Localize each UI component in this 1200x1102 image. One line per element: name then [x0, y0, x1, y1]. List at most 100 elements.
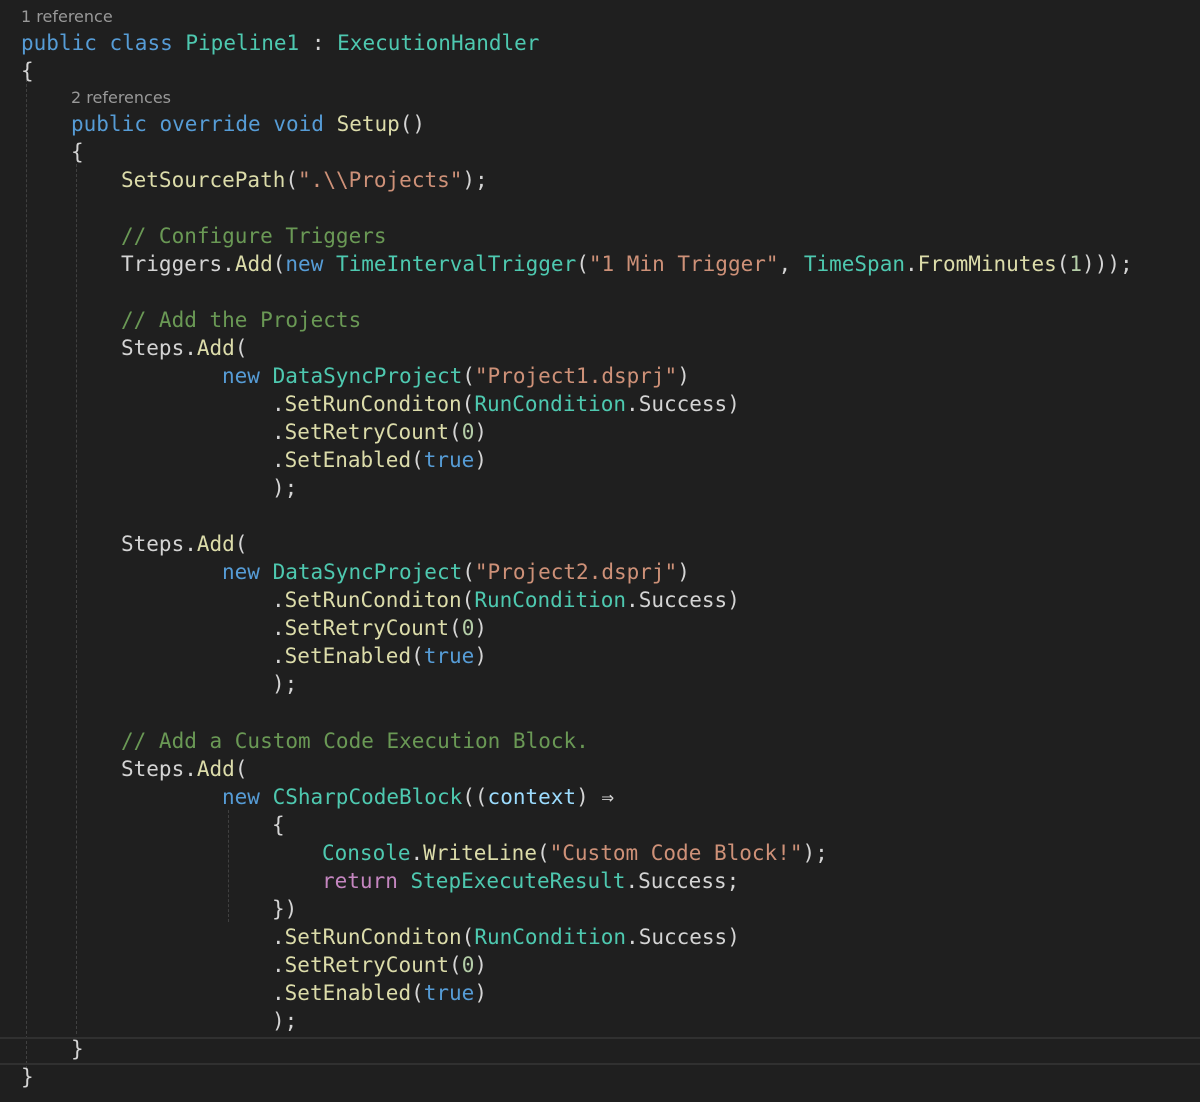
type-run-condition[interactable]: RunCondition	[474, 925, 626, 949]
type-csharp-code-block[interactable]: CSharpCodeBlock	[273, 785, 463, 809]
lparen: (	[411, 644, 424, 668]
type-console[interactable]: Console	[322, 841, 411, 865]
number-0: 0	[461, 953, 475, 977]
type-run-condition[interactable]: RunCondition	[474, 588, 626, 612]
lparen: (	[449, 616, 462, 640]
code-editor[interactable]: 1 reference public class Pipeline1 : Exe…	[0, 0, 1200, 1102]
rparen: )	[576, 785, 589, 809]
property-triggers[interactable]: Triggers	[121, 252, 222, 276]
indent-guide	[26, 64, 27, 1069]
code-line-method-close-brace: }	[71, 1035, 84, 1063]
indent-guide	[228, 810, 229, 922]
rparen: )	[677, 560, 690, 584]
dot: .	[626, 925, 639, 949]
call-writeline[interactable]: WriteLine	[423, 841, 537, 865]
call-set-retry-count[interactable]: SetRetryCount	[285, 420, 449, 444]
end-statement: );	[272, 672, 298, 696]
member-success[interactable]: Success	[639, 925, 728, 949]
end-statement: );	[272, 1009, 298, 1033]
type-data-sync-project[interactable]: DataSyncProject	[273, 560, 463, 584]
open-brace: {	[21, 59, 34, 83]
call-set-retry-count[interactable]: SetRetryCount	[285, 616, 449, 640]
call-set-enabled[interactable]: SetEnabled	[285, 981, 411, 1005]
close-lambda: })	[272, 897, 298, 921]
call-set-run-condition[interactable]: SetRunConditon	[285, 925, 462, 949]
comment-configure-triggers: // Configure Triggers	[121, 224, 387, 248]
call-set-enabled[interactable]: SetEnabled	[285, 644, 411, 668]
dot: .	[272, 420, 285, 444]
property-steps[interactable]: Steps	[121, 757, 184, 781]
call-add[interactable]: Add	[197, 336, 235, 360]
call-add[interactable]: Add	[197, 532, 235, 556]
call-set-source-path[interactable]: SetSourcePath	[121, 168, 285, 192]
code-line-set-enabled-1: .SetEnabled(true)	[272, 446, 487, 474]
code-line-class-close-brace: }	[21, 1063, 34, 1091]
type-time-interval-trigger[interactable]: TimeIntervalTrigger	[336, 252, 576, 276]
keyword-true: true	[423, 448, 475, 472]
call-add[interactable]: Add	[197, 757, 235, 781]
code-line-set-run-condition-2: .SetRunConditon(RunCondition.Success)	[272, 586, 740, 614]
lparen: (	[449, 420, 462, 444]
type-run-condition[interactable]: RunCondition	[474, 392, 626, 416]
open-brace: {	[71, 140, 84, 164]
call-set-enabled[interactable]: SetEnabled	[285, 448, 411, 472]
rparen: )	[727, 588, 740, 612]
dot: .	[184, 532, 197, 556]
dot: .	[272, 392, 285, 416]
number-1: 1	[1069, 252, 1083, 276]
type-step-execute-result[interactable]: StepExecuteResult	[411, 869, 626, 893]
code-line-console-writeline: Console.WriteLine("Custom Code Block!");	[322, 839, 828, 867]
call-set-run-condition[interactable]: SetRunConditon	[285, 588, 462, 612]
code-line-set-source-path: SetSourcePath(".\\Projects");	[121, 166, 488, 194]
colon: :	[311, 31, 325, 55]
call-from-minutes[interactable]: FromMinutes	[918, 252, 1057, 276]
codelens-method-references[interactable]: 2 references	[71, 87, 171, 109]
code-line-new-project2: new DataSyncProject("Project2.dsprj")	[222, 558, 690, 586]
rparen: )	[474, 981, 487, 1005]
type-timespan[interactable]: TimeSpan	[804, 252, 905, 276]
close-brace: }	[21, 1065, 34, 1089]
code-line-set-retry-count-2: .SetRetryCount(0)	[272, 614, 487, 642]
codelens-class-references[interactable]: 1 reference	[21, 6, 113, 28]
dot: .	[272, 588, 285, 612]
indent-guide	[76, 164, 77, 1034]
keyword-true: true	[423, 981, 475, 1005]
call-set-retry-count[interactable]: SetRetryCount	[285, 953, 449, 977]
base-type[interactable]: ExecutionHandler	[337, 31, 539, 55]
member-success[interactable]: Success	[639, 392, 728, 416]
code-line-end-2: );	[272, 670, 297, 698]
keyword-void: void	[273, 112, 324, 136]
member-success[interactable]: Success	[638, 869, 727, 893]
lparen: (	[461, 925, 475, 949]
method-name-setup[interactable]: Setup	[337, 112, 400, 136]
call-set-run-condition[interactable]: SetRunConditon	[285, 392, 462, 416]
property-steps[interactable]: Steps	[121, 336, 184, 360]
dot: .	[184, 336, 197, 360]
call-add[interactable]: Add	[235, 252, 273, 276]
comma: ,	[778, 252, 792, 276]
code-line-lambda-open-brace: {	[272, 811, 285, 839]
lparen: (	[234, 532, 248, 556]
code-line-steps-add-3: Steps.Add(	[121, 755, 247, 783]
class-name[interactable]: Pipeline1	[185, 31, 299, 55]
keyword-new: new	[222, 364, 260, 388]
member-success[interactable]: Success	[639, 588, 728, 612]
lparen: (	[234, 757, 248, 781]
lparen: (	[461, 392, 475, 416]
string-project2: "Project2.dsprj"	[474, 560, 678, 584]
lparen: (	[272, 252, 286, 276]
type-data-sync-project[interactable]: DataSyncProject	[273, 364, 463, 388]
parameter-context[interactable]: context	[488, 785, 577, 809]
dot: .	[184, 757, 197, 781]
lparen: (	[411, 981, 424, 1005]
property-steps[interactable]: Steps	[121, 532, 184, 556]
keyword-new: new	[222, 560, 260, 584]
keyword-public: public	[21, 31, 97, 55]
keyword-true: true	[423, 644, 475, 668]
code-line-class-open-brace: {	[21, 57, 34, 85]
current-line-highlight	[0, 1037, 1200, 1065]
dot: .	[272, 644, 285, 668]
dot: .	[905, 252, 918, 276]
keyword-new: new	[285, 252, 324, 276]
keyword-override: override	[159, 112, 261, 136]
